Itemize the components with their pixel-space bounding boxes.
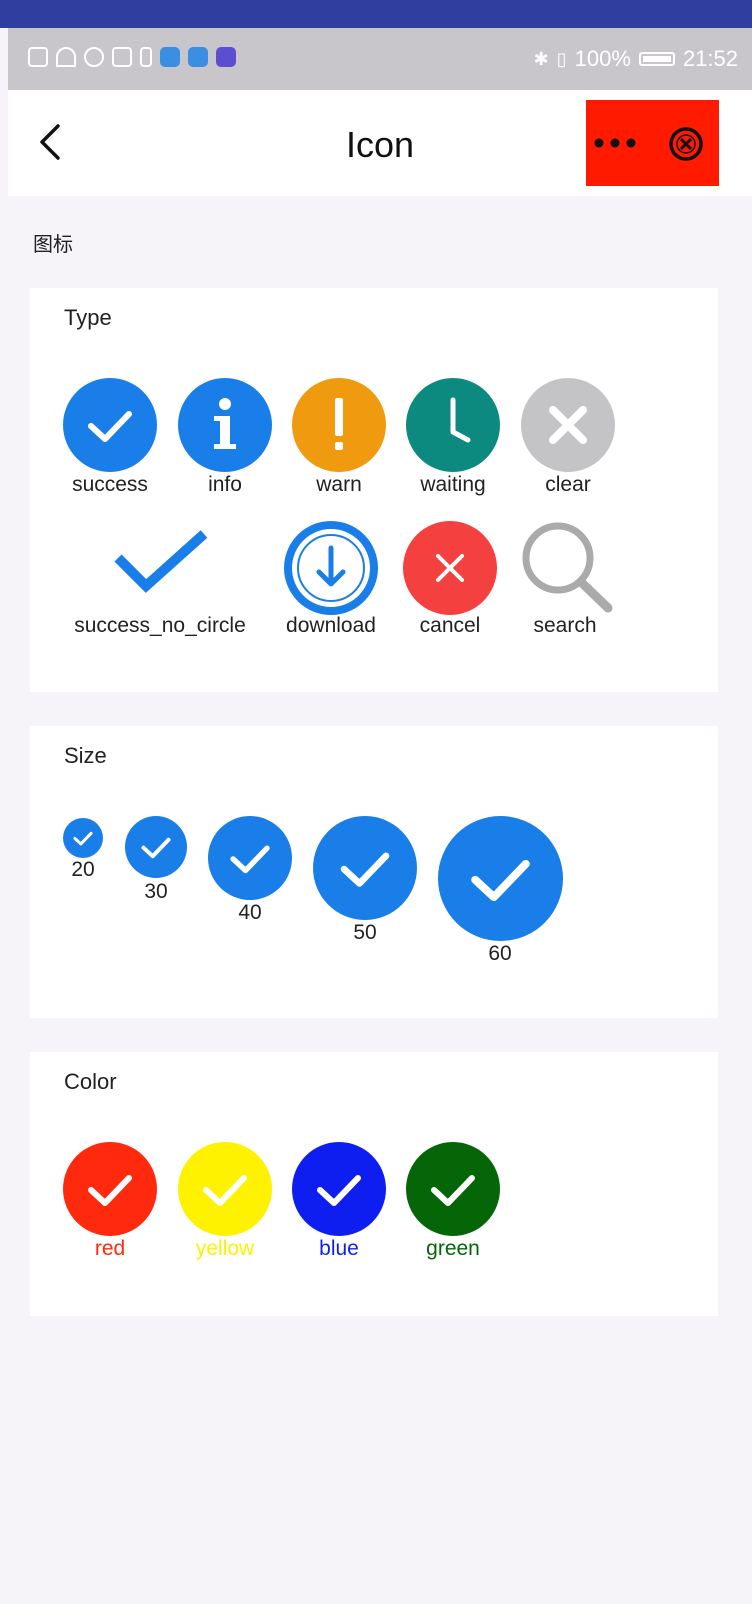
type-card: Type success info warn waiting clear suc… (30, 288, 718, 692)
navigation-bar: Icon (8, 90, 752, 196)
cancel-icon (403, 521, 497, 615)
success-no-circle-icon (110, 528, 210, 598)
icon-label: success_no_circle (74, 614, 246, 637)
battery-percent: 100% (574, 46, 631, 71)
size-label: 40 (238, 901, 262, 924)
success-icon (125, 816, 187, 878)
color-label: green (426, 1237, 480, 1260)
download-icon (283, 520, 379, 616)
more-icon[interactable] (592, 136, 638, 150)
vibrate-icon: ▯ (556, 48, 567, 69)
success-icon (438, 816, 563, 941)
color-label: yellow (195, 1237, 255, 1260)
status-notification-icons (28, 47, 236, 67)
icon-label: cancel (419, 614, 481, 637)
size-label: 60 (488, 942, 512, 965)
color-label: red (94, 1237, 126, 1260)
icon-label: info (208, 473, 242, 496)
icon-label: download (286, 614, 376, 637)
app-notification-icon (188, 47, 208, 67)
nfc-icon (112, 47, 132, 67)
clock: 21:52 (682, 46, 738, 71)
size-card: Size 20 30 40 50 60 (30, 726, 718, 1018)
icon-label: waiting (420, 473, 486, 496)
warn-icon (292, 378, 386, 472)
eye-icon (84, 47, 104, 67)
info-icon (178, 378, 272, 472)
bluetooth-icon: ✱ (533, 48, 549, 69)
success-icon (313, 816, 417, 920)
search-icon (516, 518, 616, 614)
size-label: 20 (71, 858, 95, 881)
color-card: Color red yellow blue green (30, 1052, 718, 1316)
icon-label: success (72, 473, 148, 496)
icon-label: warn (316, 473, 362, 496)
icon-label: search (533, 614, 597, 637)
success-icon (406, 1142, 500, 1236)
card-title: Color (64, 1069, 117, 1094)
icon-label: clear (545, 473, 591, 496)
waiting-icon (406, 378, 500, 472)
clear-icon (521, 378, 615, 472)
status-right: ✱ ▯ 100% 21:52 (534, 46, 738, 72)
size-label: 30 (144, 880, 168, 903)
mini-program-capsule (586, 100, 719, 186)
wifi-icon (56, 47, 76, 67)
success-icon (178, 1142, 272, 1236)
size-label: 50 (353, 921, 377, 944)
success-icon (292, 1142, 386, 1236)
success-icon (63, 818, 103, 858)
success-icon (63, 1142, 157, 1236)
page-heading: 图标 (33, 234, 73, 256)
app-notification-icon (216, 47, 236, 67)
sim-icon (28, 47, 48, 67)
status-bar: ✱ ▯ 100% 21:52 (8, 28, 752, 90)
success-icon (208, 816, 292, 900)
top-color-bar (0, 0, 752, 28)
usb-icon (140, 47, 152, 67)
success-icon (63, 378, 157, 472)
card-title: Type (64, 305, 112, 330)
close-circle-icon[interactable] (668, 126, 704, 162)
card-title: Size (64, 743, 107, 768)
color-label: blue (319, 1237, 359, 1260)
app-notification-icon (160, 47, 180, 67)
battery-icon (638, 52, 675, 66)
